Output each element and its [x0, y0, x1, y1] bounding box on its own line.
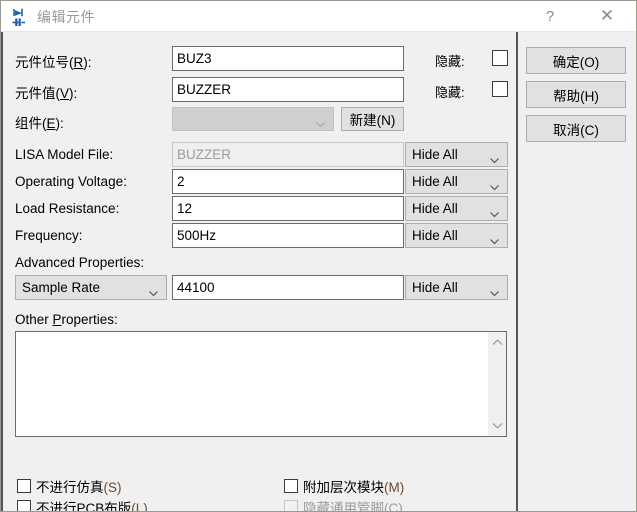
- advanced-property-visibility-combo[interactable]: Hide All: [405, 275, 508, 300]
- title-bar: 编辑元件 ? ✕: [1, 1, 636, 32]
- window-title: 编辑元件: [37, 9, 95, 25]
- scroll-down-icon[interactable]: [488, 417, 506, 434]
- component-edit-icon: [10, 7, 30, 27]
- value-input[interactable]: BUZZER: [172, 77, 404, 102]
- operating-voltage-input[interactable]: 2: [172, 169, 404, 194]
- other-properties-text[interactable]: [16, 332, 488, 436]
- reference-hide-label: 隐藏:: [435, 54, 465, 69]
- attach-hierarchy-module-checkbox[interactable]: [284, 479, 298, 493]
- value-hide-checkbox[interactable]: [492, 81, 508, 97]
- attach-hierarchy-module-label: 附加层次模块(M): [303, 480, 405, 495]
- frequency-input[interactable]: 500Hz: [172, 223, 404, 248]
- operating-voltage-label: Operating Voltage:: [15, 174, 127, 189]
- chevron-down-icon: [316, 116, 325, 128]
- no-simulation-label: 不进行仿真(S): [36, 480, 122, 495]
- advanced-property-combo[interactable]: Sample Rate: [15, 275, 167, 300]
- ok-button[interactable]: 确定(O): [526, 47, 626, 74]
- element-label: 组件(E):: [15, 116, 64, 131]
- chevron-down-icon: [490, 285, 499, 296]
- frequency-visibility-combo[interactable]: Hide All: [405, 223, 508, 248]
- chevron-down-icon: [490, 233, 499, 244]
- help-icon[interactable]: ?: [527, 1, 573, 31]
- chevron-down-icon: [490, 152, 499, 163]
- cancel-button[interactable]: 取消(C): [526, 115, 626, 142]
- reference-hide-checkbox[interactable]: [492, 50, 508, 66]
- value-label: 元件值(V):: [15, 86, 78, 101]
- lisa-model-file-visibility-combo[interactable]: Hide All: [405, 142, 508, 167]
- no-pcb-layout-checkbox-row[interactable]: 不进行PCB布版(L): [17, 497, 148, 512]
- form-pane: 元件位号(R): BUZ3 隐藏: 元件值(V): BUZZER 隐藏: 组件(…: [1, 32, 517, 512]
- load-resistance-visibility-combo[interactable]: Hide All: [405, 196, 508, 221]
- other-properties-scrollbar[interactable]: [488, 332, 506, 436]
- chevron-down-icon: [490, 179, 499, 190]
- new-element-button[interactable]: 新建(N): [341, 107, 404, 131]
- advanced-properties-label: Advanced Properties:: [15, 255, 145, 270]
- no-pcb-layout-label: 不进行PCB布版(L): [36, 501, 148, 512]
- no-pcb-layout-checkbox[interactable]: [17, 500, 31, 511]
- load-resistance-input[interactable]: 12: [172, 196, 404, 221]
- lisa-model-file-input[interactable]: BUZZER: [172, 142, 404, 167]
- chevron-down-icon: [149, 285, 158, 296]
- frequency-label: Frequency:: [15, 228, 83, 243]
- reference-input[interactable]: BUZ3: [172, 46, 404, 71]
- other-properties-label: Other Properties:: [15, 312, 118, 327]
- load-resistance-label: Load Resistance:: [15, 201, 120, 216]
- hide-common-pins-label: 隐藏通用管脚(C): [303, 501, 403, 512]
- operating-voltage-visibility-combo[interactable]: Hide All: [405, 169, 508, 194]
- no-simulation-checkbox[interactable]: [17, 479, 31, 493]
- lisa-model-file-label: LISA Model File:: [15, 147, 114, 162]
- value-hide-label: 隐藏:: [435, 85, 465, 100]
- no-simulation-checkbox-row[interactable]: 不进行仿真(S): [17, 476, 122, 496]
- other-properties-textarea[interactable]: [15, 331, 507, 437]
- close-icon[interactable]: ✕: [584, 1, 630, 31]
- hide-common-pins-checkbox-row: 隐藏通用管脚(C): [284, 497, 403, 512]
- reference-label: 元件位号(R):: [15, 55, 92, 70]
- dialog-content: 元件位号(R): BUZ3 隐藏: 元件值(V): BUZZER 隐藏: 组件(…: [1, 32, 636, 512]
- hide-common-pins-checkbox: [284, 500, 298, 511]
- chevron-down-icon: [490, 206, 499, 217]
- help-button[interactable]: 帮助(H): [526, 81, 626, 108]
- advanced-property-value-input[interactable]: 44100: [172, 275, 404, 300]
- element-combo[interactable]: [172, 107, 334, 131]
- scroll-up-icon[interactable]: [488, 334, 506, 351]
- edit-component-dialog: 编辑元件 ? ✕ 元件位号(R): BUZ3 隐藏: 元件值(V): BUZZE…: [0, 0, 637, 512]
- pane-divider: [516, 32, 518, 511]
- attach-hierarchy-module-checkbox-row[interactable]: 附加层次模块(M): [284, 476, 404, 496]
